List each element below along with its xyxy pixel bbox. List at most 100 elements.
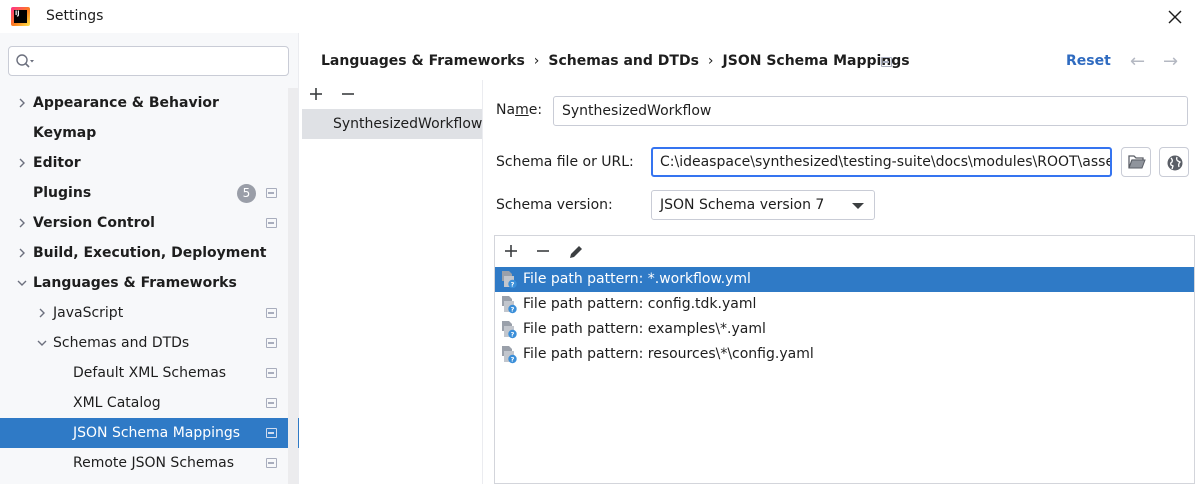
settings-sidebar: Appearance & Behavior Keymap Editor Plugins… [0, 33, 299, 484]
chevron-right-icon[interactable] [16, 148, 30, 178]
chevron-right-icon[interactable] [36, 298, 50, 328]
pattern-list-item[interactable]: ? File path pattern: *.workflow.yml [495, 267, 1194, 292]
add-pattern-button[interactable] [501, 237, 523, 265]
pattern-list-item[interactable]: ? File path pattern: examples\*.yaml [495, 317, 1194, 342]
sidebar-item[interactable]: Plugins 5 [0, 178, 299, 208]
sidebar-item[interactable]: Build, Execution, Deployment [0, 238, 299, 268]
file-pattern-icon: ? [502, 296, 517, 314]
svg-text:?: ? [511, 281, 515, 289]
chevron-right-icon[interactable] [16, 88, 30, 118]
project-scope-icon [266, 428, 277, 438]
schema-label: Schema file or URL: [496, 154, 634, 170]
sidebar-item[interactable]: XML Catalog [0, 388, 299, 418]
breadcrumb-item[interactable]: Schemas and DTDs [548, 53, 699, 69]
window-title: Settings [46, 8, 104, 24]
sidebar-item[interactable]: Default XML Schemas [0, 358, 299, 388]
name-label-text-end: e: [528, 102, 543, 118]
name-label-mnemonic: m [515, 102, 529, 118]
pencil-icon [570, 246, 582, 258]
project-scope-icon [266, 218, 277, 228]
svg-text:?: ? [511, 306, 515, 314]
mappings-list-panel: SynthesizedWorkflow [300, 80, 483, 484]
pattern-label: File path pattern: examples\*.yaml [523, 321, 766, 337]
breadcrumb-item[interactable]: Languages & Frameworks [321, 53, 525, 69]
remove-pattern-button[interactable] [533, 237, 555, 265]
sidebar-item-label: Plugins [33, 185, 92, 201]
minus-icon [537, 250, 549, 252]
sidebar-item-label: Editor [33, 155, 81, 171]
sidebar-item-label: Build, Execution, Deployment [33, 245, 267, 261]
schema-url-field[interactable]: C:\ideaspace\synthesized\testing-suite\d… [651, 147, 1112, 177]
back-arrow-icon[interactable]: ← [1130, 52, 1150, 72]
close-icon [1168, 10, 1182, 24]
minus-icon [342, 93, 354, 95]
logo-text: IJ [15, 10, 20, 17]
sidebar-item-label: Languages & Frameworks [33, 275, 237, 291]
pattern-list-item[interactable]: ? File path pattern: resources\*\config.y… [495, 342, 1194, 367]
schema-version-label: Schema version: [496, 197, 613, 213]
close-window-button[interactable] [1162, 4, 1188, 30]
sidebar-item[interactable]: Appearance & Behavior [0, 88, 299, 118]
folder-open-icon [1128, 155, 1146, 169]
remote-url-button[interactable] [1159, 147, 1189, 177]
project-scope-icon [881, 57, 892, 67]
patterns-toolbar [495, 236, 1194, 267]
pattern-list-item[interactable]: ? File path pattern: config.tdk.yaml [495, 292, 1194, 317]
breadcrumb-separator: › [533, 53, 540, 69]
browse-file-button[interactable] [1121, 147, 1151, 177]
forward-arrow-icon[interactable]: → [1163, 52, 1183, 72]
sidebar-item-label: JavaScript [53, 305, 124, 321]
plus-icon [310, 88, 322, 100]
intellij-logo-icon: IJ [11, 7, 30, 26]
chevron-down-icon[interactable] [16, 268, 30, 298]
plugins-update-badge: 5 [237, 184, 256, 203]
svg-text:?: ? [511, 356, 515, 364]
sidebar-item-label: Schemas and DTDs [53, 335, 190, 351]
file-pattern-icon: ? [502, 346, 517, 364]
project-scope-icon [266, 368, 277, 378]
chevron-right-icon[interactable] [16, 208, 30, 238]
name-field[interactable]: SynthesizedWorkflow [553, 96, 1188, 126]
settings-search-input[interactable] [39, 51, 283, 71]
edit-pattern-button[interactable] [565, 237, 587, 265]
schema-version-dropdown[interactable]: JSON Schema version 7 [651, 190, 875, 220]
sidebar-item[interactable]: Keymap [0, 118, 299, 148]
sidebar-item[interactable]: Editor [0, 148, 299, 178]
sidebar-item[interactable]: Languages & Frameworks [0, 268, 299, 298]
pattern-label: File path pattern: *.workflow.yml [523, 271, 751, 287]
sidebar-item-label: XML Catalog [73, 395, 161, 411]
sidebar-item-label: JSON Schema Mappings [73, 425, 241, 441]
project-scope-icon [266, 338, 277, 348]
sidebar-item[interactable]: Schemas and DTDs [0, 328, 299, 358]
project-scope-icon [266, 188, 277, 198]
sidebar-item[interactable]: Remote JSON Schemas [0, 448, 299, 478]
breadcrumb: Languages & Frameworks › Schemas and DTDs ›… [321, 53, 910, 73]
add-mapping-button[interactable] [306, 80, 328, 108]
globe-icon [1167, 155, 1183, 171]
sidebar-item-label: Appearance & Behavior [33, 95, 219, 111]
svg-text:?: ? [511, 331, 515, 339]
sidebar-scrollbar[interactable] [288, 88, 298, 484]
mapping-list-item[interactable]: SynthesizedWorkflow [302, 109, 482, 139]
name-label-text: Na [496, 102, 516, 118]
project-scope-icon [266, 458, 277, 468]
project-scope-icon [266, 398, 277, 408]
pattern-label: File path pattern: config.tdk.yaml [523, 296, 757, 312]
settings-search-box[interactable] [8, 46, 289, 76]
sidebar-item[interactable]: Version Control [0, 208, 299, 238]
plus-icon [505, 245, 517, 257]
pattern-label: File path pattern: resources\*\config.ya… [523, 346, 814, 362]
sidebar-item-label: Version Control [33, 215, 155, 231]
file-pattern-icon: ? [502, 271, 517, 289]
chevron-down-icon[interactable] [36, 328, 50, 358]
file-patterns-panel: ? File path pattern: *.workflow.yml? File … [494, 235, 1195, 484]
sidebar-item[interactable]: JavaScript [0, 298, 299, 328]
sidebar-item[interactable]: JSON Schema Mappings [0, 418, 299, 448]
breadcrumb-separator: › [707, 53, 714, 69]
reset-link[interactable]: Reset [1066, 53, 1111, 69]
chevron-down-icon [852, 203, 864, 209]
remove-mapping-button[interactable] [338, 80, 360, 108]
chevron-right-icon[interactable] [16, 238, 30, 268]
settings-tree: Appearance & Behavior Keymap Editor Plugins… [0, 88, 299, 478]
sidebar-item-label: Default XML Schemas [73, 365, 227, 381]
